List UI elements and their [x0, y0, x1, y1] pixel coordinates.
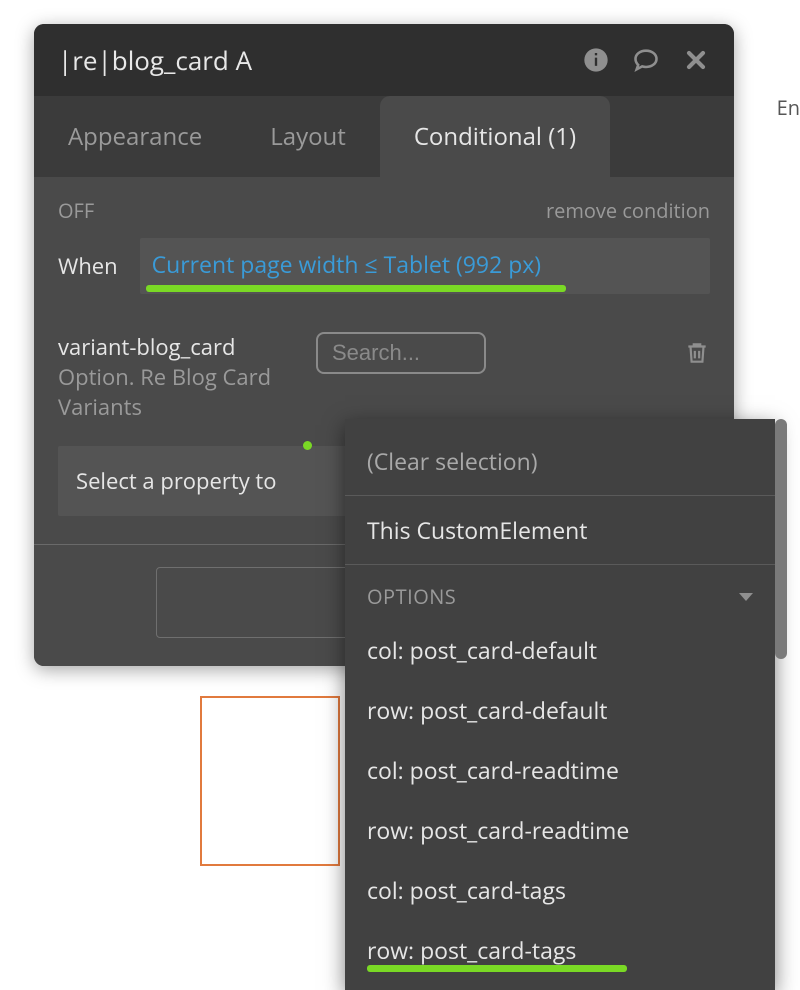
dropdown-option[interactable]: row: post_card-readtime: [345, 800, 775, 860]
remove-condition-link[interactable]: remove condition: [546, 197, 710, 224]
when-row: When Current page width ≤ Tablet (992 px…: [58, 238, 710, 294]
dropdown-option[interactable]: row: post_card-tags: [345, 920, 775, 980]
dropdown-option[interactable]: row: post_card-default: [345, 680, 775, 740]
tab-appearance[interactable]: Appearance: [34, 96, 236, 177]
comment-icon[interactable]: [632, 46, 660, 74]
highlight-underline: [367, 965, 627, 972]
dropdown-separator: [345, 564, 775, 565]
when-label: When: [58, 251, 118, 281]
panel-header-actions: [582, 46, 710, 74]
options-dropdown: (Clear selection) This CustomElement OPT…: [345, 419, 775, 990]
dropdown-separator: [345, 495, 775, 496]
close-icon[interactable]: [682, 46, 710, 74]
info-icon[interactable]: [582, 46, 610, 74]
background-canvas-box: [200, 696, 340, 866]
panel-title: |re|blog_card A: [58, 42, 252, 78]
tabs: Appearance Layout Conditional (1): [34, 96, 734, 177]
dropdown-heading-label: OPTIONS: [367, 583, 456, 610]
highlight-underline: [146, 285, 566, 292]
search-input[interactable]: [316, 332, 486, 374]
chevron-down-icon: [739, 593, 753, 601]
trash-icon[interactable]: [684, 340, 710, 366]
dropdown-options-heading[interactable]: OPTIONS: [345, 569, 775, 620]
dropdown-option[interactable]: col: post_card-tags: [345, 860, 775, 920]
background-partial-text: En: [777, 94, 800, 121]
condition-expression-input[interactable]: Current page width ≤ Tablet (992 px): [140, 238, 710, 294]
scrollbar-thumb[interactable]: [775, 419, 787, 659]
condition-expression-text: Current page width ≤ Tablet (992 px): [152, 248, 541, 280]
dropdown-option[interactable]: col: post_card-readtime: [345, 740, 775, 800]
dropdown-clear-selection[interactable]: (Clear selection): [345, 431, 775, 491]
tab-layout[interactable]: Layout: [236, 96, 380, 177]
property-row: variant-blog_card Option. Re Blog Card V…: [58, 332, 710, 422]
tab-conditional[interactable]: Conditional (1): [380, 96, 610, 177]
indicator-dot: [303, 441, 312, 450]
dropdown-option-label: row: post_card-tags: [367, 934, 576, 966]
dropdown-this-element[interactable]: This CustomElement: [345, 500, 775, 560]
dropdown-option[interactable]: col: post_card-default: [345, 620, 775, 680]
property-subtitle: Option. Re Blog Card Variants: [58, 362, 298, 422]
panel-header: |re|blog_card A: [34, 24, 734, 96]
select-property-label: Select a property to: [76, 466, 277, 496]
property-name: variant-blog_card: [58, 332, 298, 362]
dropdown-scrollbar[interactable]: [769, 419, 781, 990]
condition-off-label: OFF: [58, 197, 94, 224]
